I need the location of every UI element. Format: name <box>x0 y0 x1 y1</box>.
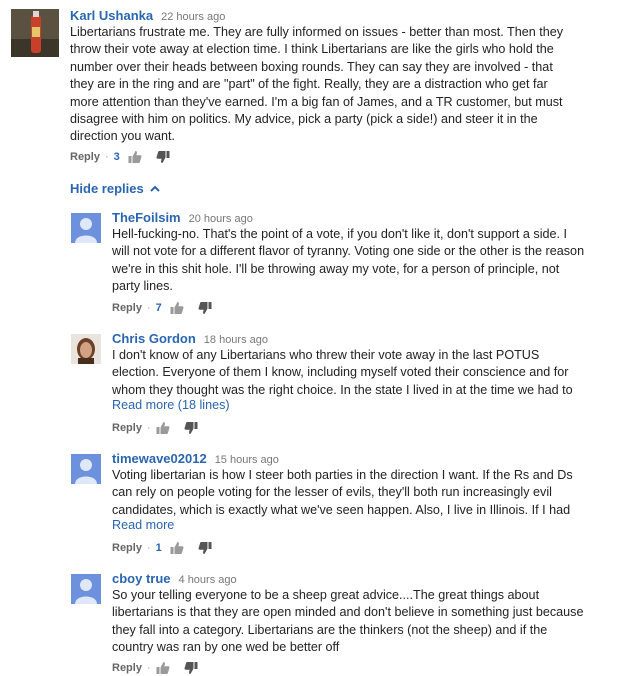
comment-actions: Reply · 7 <box>112 301 226 315</box>
thumb-up-icon[interactable] <box>156 421 170 435</box>
reply-button[interactable]: Reply <box>112 662 142 674</box>
avatar[interactable] <box>71 454 101 484</box>
comment-actions: Reply · <box>112 421 212 435</box>
author-name[interactable]: timewave02012 <box>112 451 207 466</box>
body-line: country was ran by one wed be better off <box>112 640 340 655</box>
comment-body: Hell-fucking-no. That's the point of a v… <box>112 226 617 296</box>
separator-dot: · <box>104 151 109 163</box>
author-name[interactable]: TheFoilsim <box>112 210 181 225</box>
body-line: election. Everyone of them I know, inclu… <box>112 365 569 380</box>
author-name[interactable]: cboy true <box>112 571 171 586</box>
body-line: Hell-fucking-no. That's the point of a v… <box>112 227 568 241</box>
comment-body: Voting libertarian is how I steer both p… <box>112 467 617 519</box>
comment-author[interactable]: TheFoilsim 20 hours ago <box>112 210 253 225</box>
body-line: disagree with him on politics. My advice… <box>70 112 538 127</box>
separator-dot: · <box>146 302 151 314</box>
thumb-up-icon[interactable] <box>170 301 184 315</box>
author-name[interactable]: Karl Ushanka <box>70 8 153 23</box>
body-line: throw their vote away at election time. … <box>70 42 554 57</box>
comment-time[interactable]: 18 hours ago <box>204 334 268 346</box>
body-line: they are in the ring and are "part" of t… <box>70 77 548 92</box>
hide-replies-button[interactable]: Hide replies <box>70 181 160 196</box>
reply-button[interactable]: Reply <box>112 302 142 314</box>
avatar[interactable] <box>71 213 101 243</box>
body-line: I don't know of any Libertarians who thr… <box>112 348 540 362</box>
comment-actions: Reply · <box>112 661 212 675</box>
reply-button[interactable]: Reply <box>112 422 142 434</box>
comment-actions: Reply · 1 <box>112 541 226 555</box>
like-count: 7 <box>155 302 162 314</box>
thumb-up-icon[interactable] <box>156 661 170 675</box>
thumb-up-icon[interactable] <box>128 150 142 164</box>
body-line: candidates, which is exactly what we've … <box>112 502 571 517</box>
chevron-up-icon[interactable] <box>149 185 160 192</box>
comment-time[interactable]: 15 hours ago <box>215 454 279 466</box>
thumb-down-icon[interactable] <box>184 421 198 435</box>
comment-time[interactable]: 4 hours ago <box>179 574 237 586</box>
body-line: party lines. <box>112 279 173 294</box>
reply-button[interactable]: Reply <box>112 542 142 554</box>
thumb-down-icon[interactable] <box>198 301 212 315</box>
avatar[interactable] <box>11 9 59 57</box>
avatar[interactable] <box>71 574 101 604</box>
like-count: 1 <box>155 542 162 554</box>
read-more-link[interactable]: Read more (18 lines) <box>112 398 230 412</box>
comment-body: I don't know of any Libertarians who thr… <box>112 347 617 399</box>
body-line: more attention than they've earned. I'm … <box>70 94 563 109</box>
body-line: can rely on people voting for the lesser… <box>112 485 552 500</box>
thumb-down-icon[interactable] <box>156 150 170 164</box>
body-line: number over their heads between boxing r… <box>70 59 553 74</box>
hide-replies-label[interactable]: Hide replies <box>70 181 144 196</box>
comment-author[interactable]: Chris Gordon 18 hours ago <box>112 331 268 346</box>
body-line: will not vote for a different flavor of … <box>112 244 585 259</box>
like-count: 3 <box>113 151 120 163</box>
reply-button[interactable]: Reply <box>70 151 100 163</box>
body-line: whom they thought was the right choice. … <box>112 382 573 397</box>
body-line: Voting libertarian is how I steer both p… <box>112 468 573 482</box>
avatar[interactable] <box>71 334 101 364</box>
comment-actions: Reply · 3 <box>70 150 184 164</box>
thumb-up-icon[interactable] <box>170 541 184 555</box>
author-name[interactable]: Chris Gordon <box>112 331 196 346</box>
comment-author[interactable]: timewave02012 15 hours ago <box>112 451 279 466</box>
thumb-down-icon[interactable] <box>184 661 198 675</box>
body-line: direction you want. <box>70 129 176 144</box>
body-line: Libertarians frustrate me. They are full… <box>70 25 564 39</box>
comment-time[interactable]: 20 hours ago <box>189 213 253 225</box>
separator-dot: · <box>146 422 151 434</box>
body-line: they fall into a category. Libertarians … <box>112 622 548 637</box>
thumb-down-icon[interactable] <box>198 541 212 555</box>
comment-body: Libertarians frustrate me. They are full… <box>70 24 615 146</box>
body-line: libertarians is that they are open minde… <box>112 605 584 620</box>
comment-author[interactable]: Karl Ushanka 22 hours ago <box>70 8 225 23</box>
body-line: we're in this shit hole. I'll be throwin… <box>112 261 560 276</box>
body-line: So your telling everyone to be a sheep g… <box>112 588 540 602</box>
separator-dot: · <box>146 542 151 554</box>
comment-author[interactable]: cboy true 4 hours ago <box>112 571 237 586</box>
read-more-link[interactable]: Read more <box>112 518 174 532</box>
comment-body: So your telling everyone to be a sheep g… <box>112 587 617 657</box>
comment-time[interactable]: 22 hours ago <box>161 11 225 23</box>
separator-dot: · <box>146 662 151 674</box>
